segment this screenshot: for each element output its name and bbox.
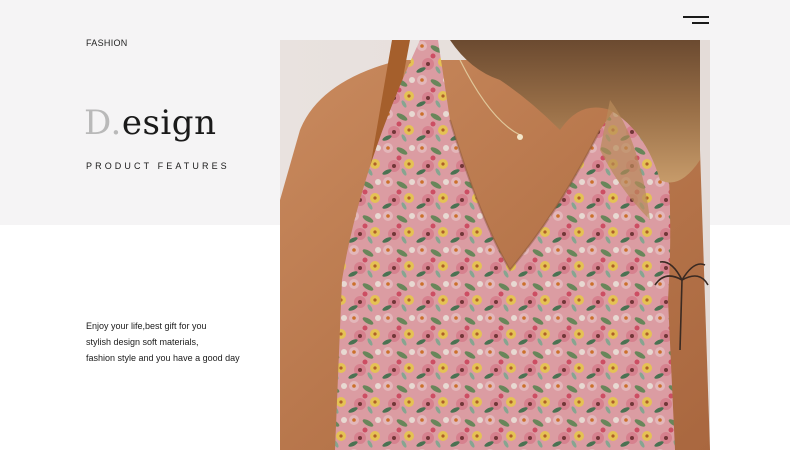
description-text: Enjoy your life,best gift for you stylis… [86, 318, 240, 366]
description-line: fashion style and you have a good day [86, 353, 240, 363]
menu-line-bottom [692, 22, 709, 24]
description-line: Enjoy your life,best gift for you [86, 321, 207, 331]
menu-line-top [683, 16, 709, 18]
design-title: D.esign [84, 106, 216, 140]
product-features-subtitle: PRODUCT FEATURES [86, 161, 230, 171]
design-title-initial: D. [84, 103, 122, 143]
hamburger-menu-icon[interactable] [680, 14, 712, 30]
brand-label: FASHION [86, 38, 128, 48]
product-photo [280, 40, 710, 450]
description-line: stylish design soft materials, [86, 337, 199, 347]
design-title-rest: esign [121, 103, 217, 143]
